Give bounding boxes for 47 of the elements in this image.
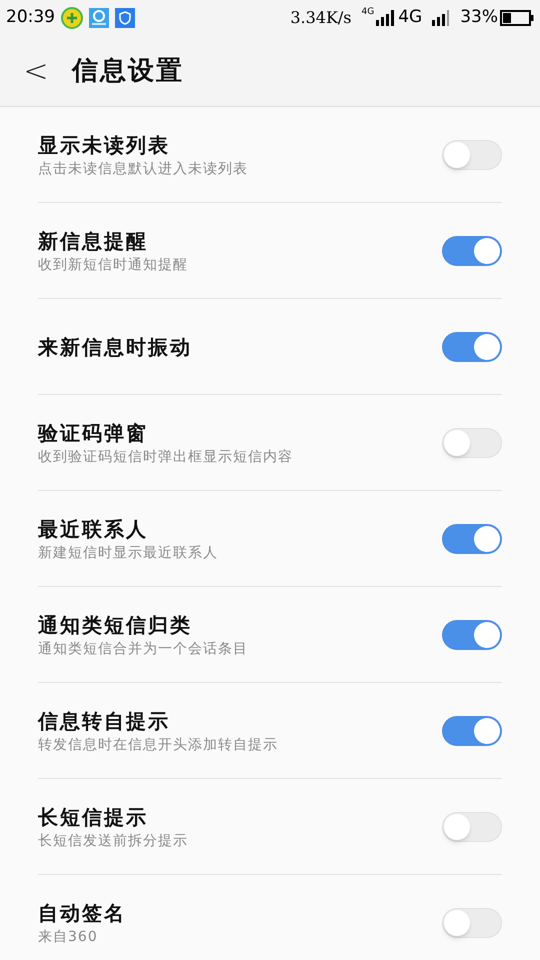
toggle-switch[interactable] — [442, 140, 502, 170]
shield-icon — [115, 8, 135, 28]
setting-row[interactable]: 自动签名 来自360 — [38, 875, 502, 960]
setting-title: 验证码弹窗 — [38, 420, 149, 446]
clock: 20:39 — [6, 6, 55, 30]
toggle-switch[interactable] — [442, 236, 502, 266]
setting-row[interactable]: 通知类短信归类 通知类短信合并为一个会话条目 — [38, 587, 502, 683]
setting-description: 新建短信时显示最近联系人 — [38, 544, 219, 562]
setting-title: 信息转自提示 — [38, 708, 171, 734]
network-type: 4G — [398, 6, 422, 30]
setting-row[interactable]: 验证码弹窗 收到验证码短信时弹出框显示短信内容 — [38, 395, 502, 491]
setting-title: 显示未读列表 — [38, 132, 171, 158]
setting-description: 长短信发送前拆分提示 — [38, 832, 189, 850]
back-button[interactable]: < — [22, 48, 50, 94]
setting-row[interactable]: 来新信息时振动 — [38, 299, 502, 395]
battery-icon — [500, 10, 534, 26]
setting-title: 最近联系人 — [38, 516, 149, 542]
toggle-switch[interactable] — [442, 524, 502, 554]
setting-title: 来新信息时振动 — [38, 334, 193, 360]
setting-description: 转发信息时在信息开头添加转自提示 — [38, 736, 279, 754]
setting-description: 通知类短信合并为一个会话条目 — [38, 640, 249, 658]
setting-row[interactable]: 信息转自提示 转发信息时在信息开头添加转自提示 — [38, 683, 502, 779]
network-speed: 3.34K/s — [290, 7, 352, 29]
toggle-switch[interactable] — [442, 908, 502, 938]
setting-description: 来自360 — [38, 928, 99, 947]
network-type: 4G — [362, 8, 374, 17]
toggle-switch[interactable] — [442, 716, 502, 746]
toggle-switch[interactable] — [442, 620, 502, 650]
signal-icon — [376, 10, 396, 26]
toggle-switch[interactable] — [442, 812, 502, 842]
app-icon — [89, 8, 109, 28]
page-title: 信息设置 — [72, 54, 184, 88]
setting-row[interactable]: 长短信提示 长短信发送前拆分提示 — [38, 779, 502, 875]
setting-description: 收到验证码短信时弹出框显示短信内容 — [38, 448, 294, 466]
setting-title: 新信息提醒 — [38, 228, 149, 254]
toggle-switch[interactable] — [442, 428, 502, 458]
setting-title: 自动签名 — [38, 900, 127, 927]
setting-description: 收到新短信时通知提醒 — [38, 256, 189, 274]
battery-percent: 33% — [460, 6, 498, 30]
setting-row[interactable]: 新信息提醒 收到新短信时通知提醒 — [38, 203, 502, 299]
setting-description: 点击未读信息默认进入未读列表 — [38, 160, 249, 178]
setting-row[interactable]: 显示未读列表 点击未读信息默认进入未读列表 — [38, 107, 502, 203]
setting-title: 长短信提示 — [38, 804, 149, 830]
toggle-switch[interactable] — [442, 332, 502, 362]
setting-row[interactable]: 最近联系人 新建短信时显示最近联系人 — [38, 491, 502, 587]
setting-title: 通知类短信归类 — [38, 612, 193, 638]
plus-icon — [61, 7, 83, 29]
